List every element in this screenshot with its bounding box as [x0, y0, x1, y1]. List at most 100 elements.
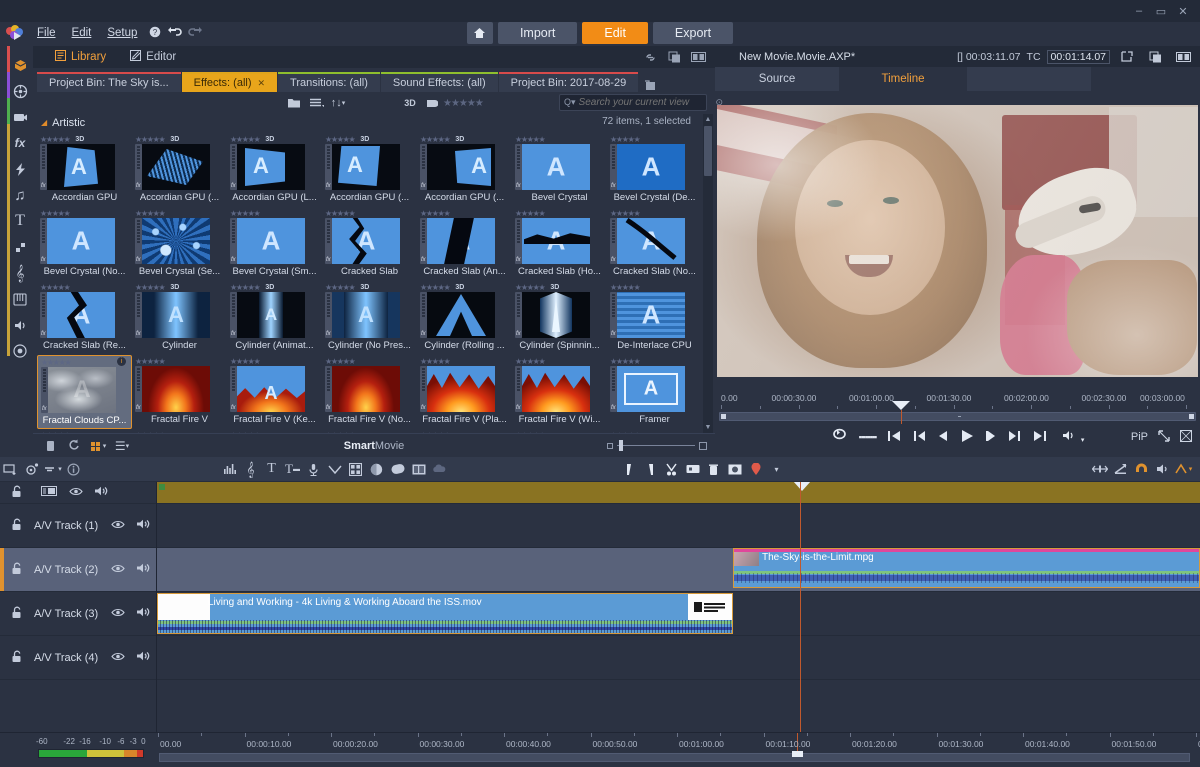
effect-item[interactable]: ★★★★★ fx A Cracked Slab (Ho... [512, 207, 607, 281]
effect-item[interactable]: ★★★★★i fx A Fractal Clouds CP... [37, 355, 132, 429]
rating-stars[interactable]: ★★★★★ [135, 135, 164, 144]
preview-playhead[interactable] [892, 401, 910, 424]
rating-stars[interactable]: ★★★★★ [610, 135, 639, 144]
rating-stars[interactable]: ★★★★★ [230, 283, 259, 292]
list-view-icon[interactable] [305, 94, 327, 112]
split-view-icon[interactable] [1172, 48, 1194, 66]
mute-icon[interactable] [130, 562, 156, 577]
tag-icon[interactable] [421, 94, 443, 112]
color-icon[interactable] [366, 459, 387, 480]
subtitle-icon[interactable]: T▬ [282, 459, 303, 480]
link-icon[interactable] [639, 48, 661, 66]
tab-editor[interactable]: Editor [118, 46, 188, 68]
slider-track[interactable] [617, 445, 695, 446]
import-button[interactable]: Import [498, 22, 577, 44]
title-icon[interactable]: T [8, 208, 32, 234]
effect-item[interactable]: ★★★★★ fx A Bevel Crystal (Sm... [227, 207, 322, 281]
rating-stars[interactable]: ★★★★★ [230, 209, 259, 218]
duplicate-icon[interactable] [1144, 48, 1166, 66]
info-icon[interactable]: i [117, 357, 126, 366]
effect-item[interactable]: ★★★★★ fx A Fractal Fire V (Ke... [227, 355, 322, 429]
rating-stars[interactable]: ★★★★★ [40, 283, 69, 292]
fit-timeline-icon[interactable] [1089, 459, 1110, 480]
scroll-down-icon[interactable]: ▼ [703, 422, 713, 433]
clipboard-icon[interactable] [682, 459, 703, 480]
3d-badge-icon[interactable]: 3D [399, 94, 421, 112]
video-preview[interactable] [715, 91, 1200, 391]
lock-icon[interactable] [0, 518, 34, 534]
loop-icon[interactable] [831, 428, 848, 446]
previous-frame-button[interactable] [913, 430, 926, 445]
edit-button[interactable]: Edit [582, 22, 648, 44]
mute-icon[interactable] [130, 650, 156, 665]
effect-item[interactable]: ★★★★★3D fx A Accordian GPU (L... [227, 133, 322, 207]
rating-stars[interactable]: ★★★★★ [420, 135, 449, 144]
settings-icon[interactable] [21, 459, 42, 480]
timeline-clip[interactable]: The-Sky-is-the-Limit.mpg [733, 548, 1200, 588]
visibility-icon[interactable] [64, 487, 88, 499]
treble-icon[interactable]: 𝄞 [8, 260, 32, 286]
bin-tab-transitions[interactable]: Transitions: (all) [278, 72, 380, 92]
scrub-left-handle[interactable] [721, 414, 726, 419]
effect-item[interactable]: ★★★★★ fx A De-Interlace CPU [607, 281, 702, 355]
bin-tab-sound-effects[interactable]: Sound Effects: (all) [381, 72, 498, 92]
rating-stars[interactable]: ★★★★★ [41, 358, 70, 367]
mute-icon[interactable] [88, 485, 114, 500]
effect-item[interactable]: ★★★★★ fx Fractal Fire V (No... [322, 355, 417, 429]
folder-icon[interactable] [283, 94, 305, 112]
cloud-icon[interactable] [429, 459, 450, 480]
keyframe-icon[interactable]: ▾ [1173, 459, 1194, 480]
go-to-start-button[interactable] [887, 430, 902, 445]
track-header[interactable]: A/V Track (1) [0, 504, 156, 548]
effect-item[interactable]: ★★★★★3D fx Accordian GPU (... [132, 133, 227, 207]
effect-item[interactable]: ★★★★★ fx A Bevel Crystal (No... [37, 207, 132, 281]
fullscreen-icon[interactable] [1158, 430, 1170, 445]
rating-stars[interactable]: ★★★★★ [420, 283, 449, 292]
search-input[interactable] [579, 97, 713, 108]
search-box[interactable]: Q▾ ⊙ [559, 94, 707, 111]
track-lane[interactable]: Living and Working - 4k Living & Working… [157, 592, 1200, 636]
tab-empty[interactable] [967, 67, 1091, 91]
tab-timeline[interactable]: Timeline [841, 67, 965, 91]
pin-panel-icon[interactable] [639, 80, 661, 92]
sort-icon[interactable]: ↑↓▾ [327, 94, 349, 112]
scroll-up-icon[interactable]: ▲ [703, 114, 713, 125]
timeline-hscrollbar[interactable] [159, 753, 1190, 762]
lock-icon[interactable] [0, 485, 34, 501]
track-lane[interactable] [157, 504, 1200, 548]
mark-in-icon[interactable] [619, 459, 640, 480]
close-button[interactable]: ✕ [1172, 2, 1194, 20]
effect-item[interactable]: ★★★★★ fx A Cracked Slab [322, 207, 417, 281]
minimize-button[interactable]: – [1128, 2, 1150, 20]
effect-item[interactable]: ★★★★★ fx Fractal Fire V (Wi... [512, 355, 607, 429]
track-lane[interactable] [157, 636, 1200, 680]
mic-icon[interactable] [303, 459, 324, 480]
effect-item[interactable]: ★★★★★3D fx A Cylinder (No Pres... [322, 281, 417, 355]
corner-icon[interactable] [8, 234, 32, 260]
rating-stars[interactable]: ★★★★★ [420, 357, 449, 366]
keyboard-icon[interactable] [8, 286, 32, 312]
rating-stars[interactable]: ★★★★★ [325, 209, 354, 218]
pip-button[interactable]: PiP [1131, 431, 1148, 443]
lock-icon[interactable] [0, 562, 34, 578]
lightning-icon[interactable] [8, 156, 32, 182]
collapse-icon[interactable]: ◢ [41, 118, 47, 127]
package-icon[interactable] [8, 52, 32, 78]
effect-item[interactable]: ★★★★★3D fx A Cylinder [132, 281, 227, 355]
rating-stars[interactable]: ★★★★★ [515, 209, 544, 218]
bin-tab-effects[interactable]: Effects: (all) ✕ [182, 72, 277, 92]
rating-stars[interactable]: ★★★★★ [230, 357, 259, 366]
visibility-icon[interactable] [106, 564, 130, 576]
delete-icon[interactable] [703, 459, 724, 480]
tracks-canvas[interactable]: The-Sky-is-the-Limit.mpg Living and Work… [157, 482, 1200, 732]
rating-stars[interactable]: ★★★★★ [135, 283, 164, 292]
visibility-icon[interactable] [106, 608, 130, 620]
export-button[interactable]: Export [653, 22, 733, 44]
marker-caret-icon[interactable]: ▾ [766, 459, 787, 480]
record-icon[interactable] [8, 338, 32, 364]
preview-scroll-bar[interactable] [719, 412, 1196, 421]
info-icon[interactable] [63, 459, 84, 480]
tab-source[interactable]: Source [715, 67, 839, 91]
effect-item[interactable]: ★★★★★3D fx A Accordian GPU (... [417, 133, 512, 207]
visibility-icon[interactable] [106, 652, 130, 664]
